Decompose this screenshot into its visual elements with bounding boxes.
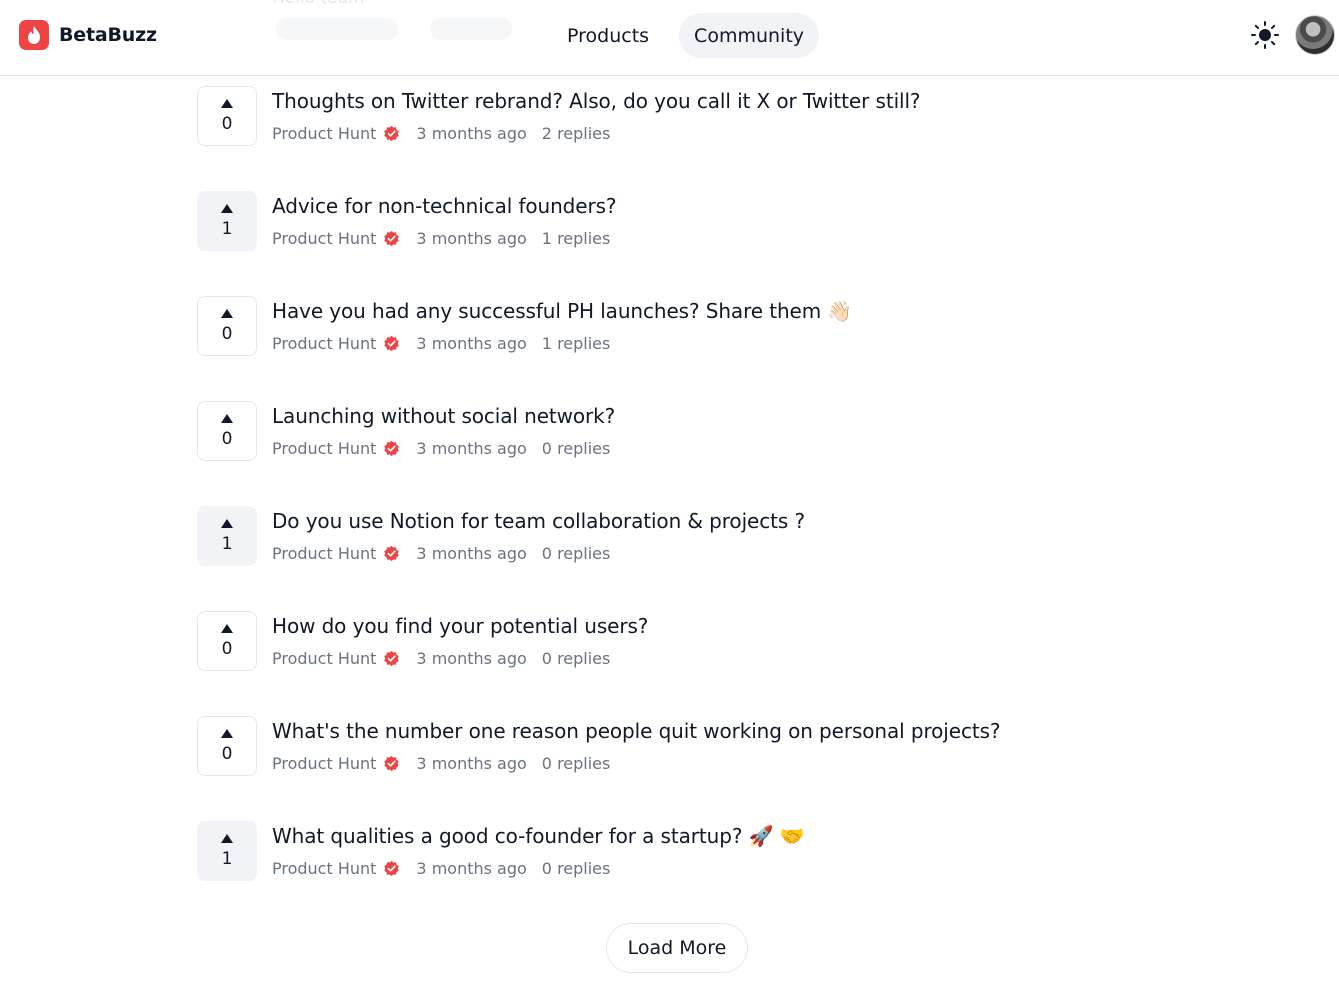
- post-time: 3 months ago: [416, 439, 527, 458]
- vote-count: 0: [221, 429, 233, 449]
- reply-count[interactable]: 0 replies: [542, 544, 611, 563]
- vote-count: 1: [221, 219, 233, 239]
- user-avatar[interactable]: [1295, 15, 1335, 55]
- vote-count: 1: [221, 534, 233, 554]
- discussion-meta: Product Hunt 3 months ago 2 replies: [272, 124, 610, 143]
- discussion-list: 0 Thoughts on Twitter rebrand? Also, do …: [197, 86, 1097, 926]
- verified-badge-icon: [384, 860, 400, 877]
- upvote-button[interactable]: 0: [197, 716, 257, 776]
- verified-badge-icon: [384, 335, 400, 352]
- discussion-item: 1 What qualities a good co-founder for a…: [197, 821, 1097, 926]
- vote-count: 0: [221, 639, 233, 659]
- reply-count[interactable]: 0 replies: [542, 754, 611, 773]
- verified-badge-icon: [384, 440, 400, 457]
- discussion-meta: Product Hunt 3 months ago 1 replies: [272, 229, 610, 248]
- verified-badge-icon: [384, 125, 400, 142]
- discussion-item: 1 Do you use Notion for team collaborati…: [197, 506, 1097, 611]
- top-header: BetaBuzz Hello team Products Community: [0, 0, 1339, 76]
- discussion-meta: Product Hunt 3 months ago 1 replies: [272, 334, 610, 353]
- discussion-title[interactable]: What qualities a good co-founder for a s…: [272, 824, 805, 848]
- reply-count[interactable]: 0 replies: [542, 649, 611, 668]
- upvote-arrow-icon: [221, 624, 233, 633]
- post-time: 3 months ago: [416, 754, 527, 773]
- post-time: 3 months ago: [416, 859, 527, 878]
- upvote-button[interactable]: 1: [197, 506, 257, 566]
- logo[interactable]: BetaBuzz: [19, 20, 157, 50]
- author-name[interactable]: Product Hunt: [272, 649, 376, 668]
- verified-badge-icon: [384, 545, 400, 562]
- discussion-title[interactable]: What's the number one reason people quit…: [272, 719, 1001, 743]
- author-name[interactable]: Product Hunt: [272, 754, 376, 773]
- reply-count[interactable]: 2 replies: [542, 124, 611, 143]
- author-name[interactable]: Product Hunt: [272, 334, 376, 353]
- reply-count[interactable]: 0 replies: [542, 859, 611, 878]
- reply-count[interactable]: 1 replies: [542, 229, 611, 248]
- discussion-title[interactable]: Do you use Notion for team collaboration…: [272, 509, 805, 533]
- verified-badge-icon: [384, 755, 400, 772]
- post-time: 3 months ago: [416, 229, 527, 248]
- verified-badge-icon: [384, 650, 400, 667]
- discussion-title[interactable]: Advice for non-technical founders?: [272, 194, 617, 218]
- load-more-button[interactable]: Load More: [606, 923, 748, 973]
- discussion-meta: Product Hunt 3 months ago 0 replies: [272, 439, 610, 458]
- nav-tab-community[interactable]: Community: [679, 13, 820, 58]
- author-name[interactable]: Product Hunt: [272, 124, 376, 143]
- post-time: 3 months ago: [416, 334, 527, 353]
- reply-count[interactable]: 0 replies: [542, 439, 611, 458]
- discussion-title[interactable]: Thoughts on Twitter rebrand? Also, do yo…: [272, 89, 921, 113]
- upvote-arrow-icon: [221, 519, 233, 528]
- scrolled-item-meta-ghost: [430, 18, 512, 40]
- vote-count: 1: [221, 849, 233, 869]
- discussion-item: 1 Advice for non-technical founders? Pro…: [197, 191, 1097, 296]
- discussion-item: 0 How do you find your potential users? …: [197, 611, 1097, 716]
- discussion-item: 0 Launching without social network? Prod…: [197, 401, 1097, 506]
- discussion-title[interactable]: Launching without social network?: [272, 404, 615, 428]
- upvote-button[interactable]: 0: [197, 86, 257, 146]
- scrolled-item-title: Hello team: [272, 0, 365, 8]
- app-name: BetaBuzz: [59, 24, 157, 46]
- upvote-button[interactable]: 1: [197, 191, 257, 251]
- post-time: 3 months ago: [416, 544, 527, 563]
- discussion-meta: Product Hunt 3 months ago 0 replies: [272, 754, 610, 773]
- upvote-button[interactable]: 1: [197, 821, 257, 881]
- upvote-arrow-icon: [221, 729, 233, 738]
- flame-logo-icon: [19, 20, 49, 50]
- upvote-arrow-icon: [221, 99, 233, 108]
- verified-badge-icon: [384, 230, 400, 247]
- discussion-meta: Product Hunt 3 months ago 0 replies: [272, 859, 610, 878]
- reply-count[interactable]: 1 replies: [542, 334, 611, 353]
- main-nav: Products Community: [552, 13, 820, 58]
- author-name[interactable]: Product Hunt: [272, 859, 376, 878]
- author-name[interactable]: Product Hunt: [272, 229, 376, 248]
- vote-count: 0: [221, 744, 233, 764]
- upvote-arrow-icon: [221, 414, 233, 423]
- upvote-arrow-icon: [221, 309, 233, 318]
- scrolled-item-meta-ghost: [276, 18, 398, 40]
- vote-count: 0: [221, 114, 233, 134]
- discussion-item: 0 Thoughts on Twitter rebrand? Also, do …: [197, 86, 1097, 191]
- upvote-arrow-icon: [221, 834, 233, 843]
- nav-tab-products[interactable]: Products: [552, 13, 664, 58]
- upvote-arrow-icon: [221, 204, 233, 213]
- post-time: 3 months ago: [416, 649, 527, 668]
- post-time: 3 months ago: [416, 124, 527, 143]
- author-name[interactable]: Product Hunt: [272, 439, 376, 458]
- discussion-item: 0 What's the number one reason people qu…: [197, 716, 1097, 821]
- upvote-button[interactable]: 0: [197, 401, 257, 461]
- sun-icon[interactable]: [1250, 20, 1280, 50]
- discussion-meta: Product Hunt 3 months ago 0 replies: [272, 649, 610, 668]
- discussion-item: 0 Have you had any successful PH launche…: [197, 296, 1097, 401]
- vote-count: 0: [221, 324, 233, 344]
- upvote-button[interactable]: 0: [197, 296, 257, 356]
- author-name[interactable]: Product Hunt: [272, 544, 376, 563]
- discussion-meta: Product Hunt 3 months ago 0 replies: [272, 544, 610, 563]
- upvote-button[interactable]: 0: [197, 611, 257, 671]
- discussion-title[interactable]: How do you find your potential users?: [272, 614, 648, 638]
- discussion-title[interactable]: Have you had any successful PH launches?…: [272, 299, 852, 323]
